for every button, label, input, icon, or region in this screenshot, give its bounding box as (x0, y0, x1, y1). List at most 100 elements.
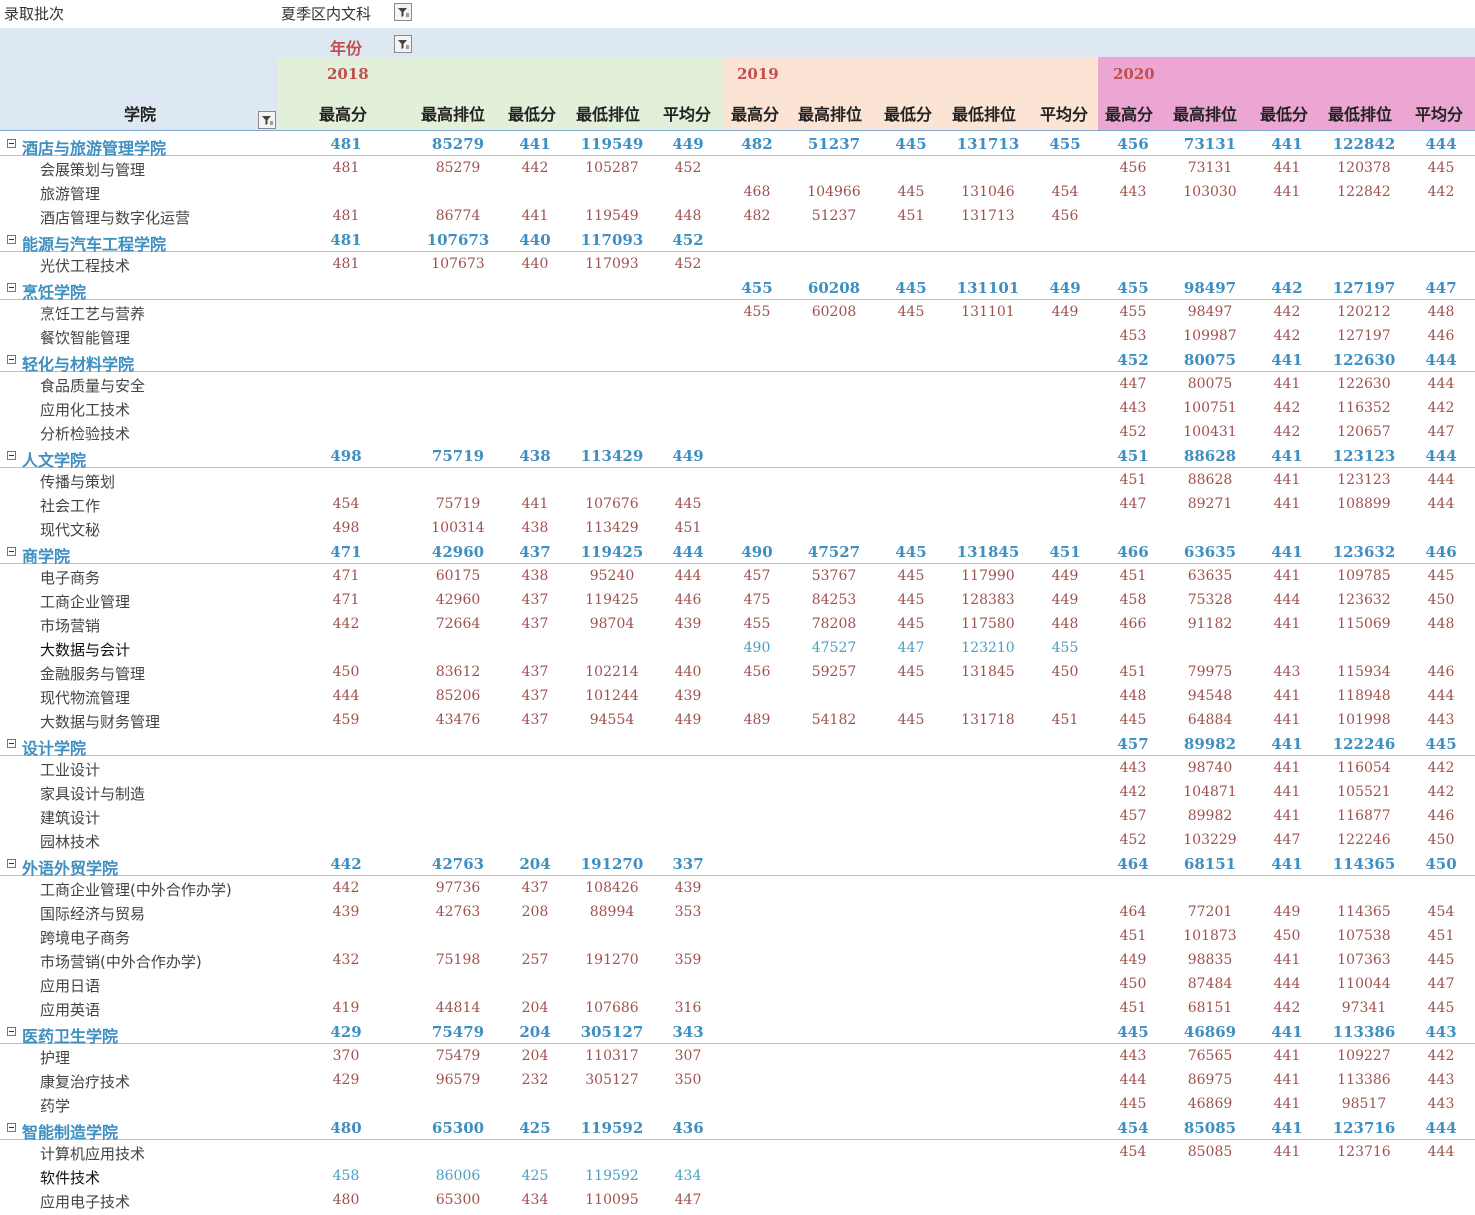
collapse-toggle-icon[interactable] (7, 1123, 16, 1132)
value-cell: 442 (1427, 184, 1455, 200)
value-cell: 441 (1273, 760, 1301, 776)
value-cell: 445 (1425, 735, 1457, 753)
major-name: 计算机应用技术 (40, 1145, 146, 1163)
value-cell: 87484 (1187, 976, 1233, 992)
value-cell: 443 (1119, 184, 1147, 200)
major-row: 电子商务 471 60175 438 95240 444 457 53767 445 117990… (0, 564, 1475, 588)
value-cell: 450 (1119, 976, 1147, 992)
major-name: 应用英语 (40, 1001, 101, 1019)
collapse-toggle-icon[interactable] (7, 739, 16, 748)
collapse-toggle-icon[interactable] (7, 355, 16, 364)
major-row: 分析检验技术 452 100431 442 120657 447 (0, 420, 1475, 444)
value-cell: 442 (1273, 400, 1301, 416)
value-cell: 448 (674, 208, 702, 224)
collapse-toggle-icon[interactable] (7, 1027, 16, 1036)
value-cell: 208 (521, 904, 549, 920)
value-cell: 97736 (435, 880, 481, 896)
value-cell: 442 (330, 855, 362, 873)
row-filter-icon[interactable] (258, 111, 276, 129)
value-cell: 459 (332, 712, 360, 728)
value-cell: 107676 (585, 496, 639, 512)
value-cell: 101998 (1337, 712, 1391, 728)
value-cell: 455 (743, 304, 771, 320)
collapse-toggle-icon[interactable] (7, 547, 16, 556)
value-cell: 63635 (1183, 543, 1237, 561)
value-cell: 104871 (1183, 784, 1237, 800)
value-cell: 444 (1273, 976, 1301, 992)
value-cell: 456 (743, 664, 771, 680)
major-row: 工业设计 443 98740 441 116054 442 (0, 756, 1475, 780)
value-cell: 353 (674, 904, 702, 920)
major-name: 传播与策划 (40, 473, 116, 491)
major-row: 光伏工程技术 481 107673 440 117093 452 (0, 252, 1475, 276)
major-row: 药学 445 46869 441 98517 443 (0, 1092, 1475, 1116)
value-cell: 442 (1273, 424, 1301, 440)
major-name: 建筑设计 (40, 809, 101, 827)
value-cell: 43476 (435, 712, 481, 728)
collapse-toggle-icon[interactable] (7, 451, 16, 460)
filter-value[interactable]: 夏季区内文科 (281, 3, 371, 24)
value-cell: 94554 (589, 712, 635, 728)
value-cell: 441 (1273, 712, 1301, 728)
value-cell: 439 (674, 688, 702, 704)
college-row: 设计学院 457 89982 441 122246 445 (0, 732, 1475, 758)
value-cell: 122630 (1332, 351, 1396, 369)
value-cell: 447 (1427, 424, 1455, 440)
column-filter-icon[interactable] (394, 35, 412, 53)
filter-dropdown-icon[interactable] (394, 3, 412, 21)
value-cell: 458 (332, 1168, 360, 1184)
value-cell: 444 (1273, 592, 1301, 608)
metric-header-0: 最高分 (319, 105, 368, 124)
report-filter: 录取批次 夏季区内文科 (0, 0, 414, 26)
value-cell: 434 (674, 1168, 702, 1184)
value-cell: 437 (521, 712, 549, 728)
collapse-toggle-icon[interactable] (7, 283, 16, 292)
value-cell: 359 (674, 952, 702, 968)
value-cell: 444 (674, 568, 702, 584)
value-cell: 131046 (961, 184, 1015, 200)
value-cell: 191270 (580, 855, 644, 873)
metric-header-1: 最高排位 (421, 105, 486, 124)
value-cell: 119549 (585, 208, 639, 224)
major-name: 餐饮智能管理 (40, 329, 131, 347)
value-cell: 454 (1117, 1119, 1149, 1137)
value-cell: 119592 (580, 1119, 644, 1137)
value-cell: 51237 (811, 208, 857, 224)
value-cell: 444 (1425, 135, 1457, 153)
value-cell: 84253 (811, 592, 857, 608)
value-cell: 443 (1119, 400, 1147, 416)
value-cell: 441 (1273, 376, 1301, 392)
value-cell: 120378 (1337, 160, 1391, 176)
major-row: 应用日语 450 87484 444 110044 447 (0, 972, 1475, 996)
major-row: 跨境电子商务 451 101873 450 107538 451 (0, 924, 1475, 948)
value-cell: 450 (332, 664, 360, 680)
college-row: 轻化与材料学院 452 80075 441 122630 444 (0, 348, 1475, 374)
major-row: 社会工作 454 75719 441 107676 445 447 89271 441 10889… (0, 492, 1475, 516)
value-cell: 457 (1117, 735, 1149, 753)
value-cell: 108899 (1337, 496, 1391, 512)
value-cell: 445 (897, 304, 925, 320)
value-cell: 305127 (585, 1072, 639, 1088)
value-cell: 437 (521, 616, 549, 632)
collapse-toggle-icon[interactable] (7, 139, 16, 148)
value-cell: 89271 (1187, 496, 1233, 512)
college-row: 能源与汽车工程学院 481 107673 440 117093 452 (0, 228, 1475, 254)
value-cell: 455 (743, 616, 771, 632)
value-cell: 449 (1273, 904, 1301, 920)
value-cell: 75198 (435, 952, 481, 968)
value-cell: 441 (1273, 496, 1301, 512)
value-cell: 447 (674, 1192, 702, 1208)
major-name: 电子商务 (40, 569, 101, 587)
value-cell: 449 (674, 712, 702, 728)
value-cell: 442 (1273, 304, 1301, 320)
collapse-toggle-icon[interactable] (7, 235, 16, 244)
value-cell: 441 (1273, 688, 1301, 704)
value-cell: 455 (1119, 304, 1147, 320)
metric-header-9: 平均分 (1040, 105, 1089, 124)
collapse-toggle-icon[interactable] (7, 859, 16, 868)
value-cell: 451 (1427, 928, 1455, 944)
value-cell: 446 (1427, 808, 1455, 824)
value-cell: 117093 (580, 231, 644, 249)
value-cell: 75719 (431, 447, 485, 465)
college-row: 智能制造学院 480 65300 425 119592 436 454 85085 441 123… (0, 1116, 1475, 1142)
